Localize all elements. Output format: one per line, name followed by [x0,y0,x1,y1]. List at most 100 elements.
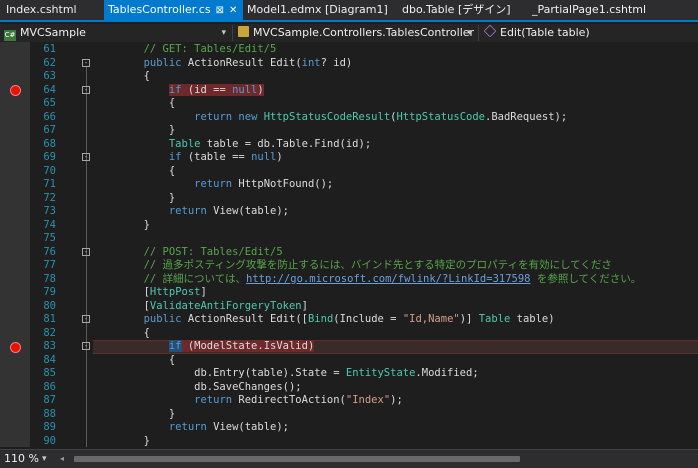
code-token-txt: ActionResult [181,313,271,325]
zoom-level[interactable]: 110 % [4,452,39,466]
document-tabs: Index.cshtml TablesController.cs ⊠ ✕ Model… [0,0,698,22]
code-line[interactable]: 70 { [0,165,698,179]
code-token-txt: ] [301,299,308,312]
tab-dbo-table[interactable]: dbo.Table [デザイン] [402,0,511,20]
tab-index-cshtml[interactable]: Index.cshtml [6,0,77,20]
close-icon[interactable]: ✕ [229,1,237,21]
code-line[interactable]: 82 { [0,327,698,341]
code-line[interactable]: 67 } [0,124,698,138]
collapse-icon[interactable]: - [82,85,90,94]
line-number: 74 [43,218,56,231]
code-line[interactable]: 71 return HttpNotFound(); [0,178,698,192]
code-text: { [93,327,150,341]
code-token-txt: View(table); [206,205,289,217]
code-line[interactable]: 63 { [0,70,698,84]
class-icon [238,26,249,37]
collapse-icon[interactable]: - [82,153,90,161]
chevron-down-icon[interactable]: ▾ [42,452,47,466]
code-text: // 詳細については、http://go.microsoft.com/fwlin… [93,273,642,287]
code-text: public ActionResult Edit(int? id) [93,56,353,71]
tab-partialpage1[interactable]: _PartialPage1.cshtml [532,0,646,20]
code-line[interactable]: 65 { [0,97,698,111]
code-text: if (ModelState.IsValid) [93,340,315,354]
code-token-txt: ] [200,286,207,298]
code-line[interactable]: 69 - if (table == null) [0,151,698,165]
code-token-txt: } [93,191,176,204]
code-line[interactable]: 87 return RedirectToAction("Index"); [0,394,698,408]
tab-label: Index.cshtml [6,3,77,16]
line-number: 81 [43,313,56,325]
code-line[interactable]: 84 { [0,354,698,368]
project-dropdown[interactable]: C# MVCSample ▾ [0,25,233,41]
code-line[interactable]: 75 [0,232,698,246]
pin-icon[interactable]: ⊠ [216,1,224,21]
code-line[interactable]: 61 // GET: Tables/Edit/5 [0,43,698,57]
collapse-icon[interactable]: - [82,58,90,67]
code-line[interactable]: 80 [ValidateAntiForgeryToken] [0,300,698,314]
code-text: return View(table); [93,205,289,219]
code-token-kw: return [168,205,207,217]
code-line[interactable]: 72 } [0,192,698,206]
code-line[interactable]: 66 return new HttpStatusCodeResult(HttpS… [0,111,698,125]
line-number: 70 [43,164,56,177]
collapse-icon[interactable]: - [82,247,90,256]
collapse-icon[interactable]: - [82,342,90,350]
line-number: 75 [43,232,56,244]
breakpoint-icon[interactable] [10,341,21,353]
line-number: 64 [43,83,56,96]
code-line[interactable]: 78 // 詳細については、http://go.microsoft.com/fw… [0,273,698,287]
code-text: // POST: Tables/Edit/5 [93,246,283,260]
code-token-kw: return [194,394,233,406]
code-text: public ActionResult Edit([Bind(Include =… [93,313,555,327]
code-token-txt: } [93,218,150,231]
code-token-txt: ); [390,394,403,406]
code-line[interactable]: 68 Table table = db.Table.Find(id); [0,138,698,152]
code-line[interactable]: 73 return View(table); [0,205,698,219]
code-token-txt: ) [257,83,264,96]
line-number: 80 [43,299,56,312]
code-text: } [93,219,150,233]
tab-tablescontroller[interactable]: TablesController.cs ⊠ ✕ [104,0,244,21]
line-number: 77 [43,259,56,271]
code-line[interactable]: 85 db.Entry(table).State = EntityState.M… [0,367,698,381]
code-line[interactable]: 64 - if (id == null) [0,83,698,98]
code-line[interactable]: 77 // 過多ポスティング攻撃を防止するには、バインド先とする特定のプロパティ… [0,259,698,273]
code-line[interactable]: 90 } [0,435,698,448]
horizontal-scrollbar-thumb[interactable] [74,456,520,462]
code-text: return HttpNotFound(); [93,178,333,192]
tab-model1-edmx[interactable]: Model1.edmx [Diagram1] [247,0,388,20]
code-line[interactable]: 86 db.SaveChanges(); [0,381,698,395]
line-number: 89 [43,421,56,433]
code-token-type: EntityState [345,367,416,379]
code-editor[interactable]: 61 // GET: Tables/Edit/5 62- public Actio… [0,42,698,447]
code-token-type: HttpStatusCodeResult [263,110,391,123]
line-number: 90 [43,434,56,447]
code-line[interactable]: 88 } [0,408,698,422]
member-dropdown[interactable]: Edit(Table table) [480,24,698,41]
code-text: return new HttpStatusCodeResult(HttpStat… [93,111,567,125]
collapse-icon[interactable]: - [82,315,90,323]
code-text: return RedirectToAction("Index"); [93,394,403,408]
code-line[interactable]: 83 - if (ModelState.IsValid) [0,340,698,354]
code-line[interactable]: 74 } [0,219,698,233]
scroll-left-icon[interactable]: ◂ [60,453,64,465]
code-line[interactable]: 62 - public ActionResult Edit(int? id) [0,57,698,71]
code-text: { [93,354,175,368]
code-token-cmt: // POST: Tables/Edit/5 [143,245,283,258]
code-line[interactable]: 79 [HttpPost] [0,286,698,300]
breakpoint-icon[interactable] [10,85,21,96]
code-token-txt: Edit [270,56,296,69]
line-number: 85 [43,367,56,379]
code-line[interactable]: 89 return View(table); [0,421,698,435]
class-dropdown[interactable]: MVCSample.Controllers.TablesController ▾ [234,25,479,41]
code-line[interactable]: 81 - public ActionResult Edit([Bind(Inclu… [0,313,698,327]
code-token-txt: ([ [295,313,308,325]
class-label: MVCSample.Controllers.TablesController [253,26,475,39]
code-line[interactable]: 76 - // POST: Tables/Edit/5 [0,246,698,260]
